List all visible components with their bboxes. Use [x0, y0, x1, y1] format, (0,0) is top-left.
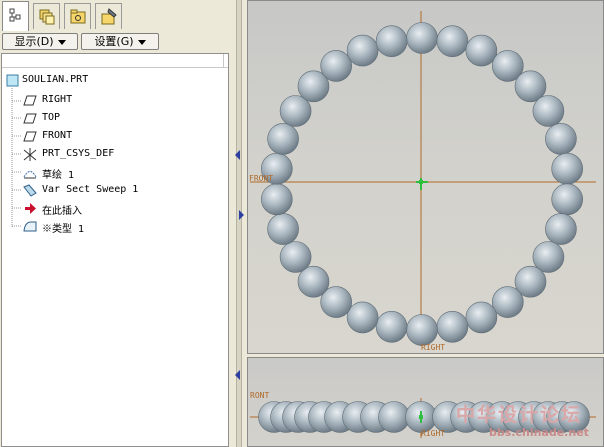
sphere-bead [346, 301, 379, 334]
sphere-bead [406, 314, 438, 346]
sphere-bead [260, 183, 293, 216]
sweep-feature-icon [23, 184, 37, 197]
sphere-bead [279, 241, 312, 273]
datum-plane-icon [23, 131, 37, 142]
column-divider[interactable] [223, 54, 228, 67]
sphere-bead [551, 183, 584, 216]
main-3d-viewport[interactable]: FRONT RIGHT [247, 0, 604, 354]
sphere-bead [532, 95, 565, 127]
tree-item-label: Var Sect Sweep 1 [42, 184, 139, 195]
tree-item-csys[interactable]: PRT_CSYS_DEF [2, 146, 228, 163]
datum-plane-icon [23, 95, 37, 106]
sphere-bead [267, 213, 299, 245]
sphere-bead [378, 401, 410, 433]
sketch-icon [23, 171, 37, 179]
display-menu-label: 显示(D) [14, 35, 54, 48]
settings-menu-button[interactable]: 设置(G) [81, 33, 159, 50]
tree-item-label: PRT_CSYS_DEF [42, 148, 115, 159]
tree-item-label: 草绘 1 [42, 170, 75, 181]
expand-right-arrow-icon[interactable] [237, 205, 247, 225]
chevron-down-icon [57, 39, 66, 45]
model-ring-view[interactable] [248, 1, 603, 353]
layers-tab[interactable] [33, 3, 60, 29]
forum-watermark: 中华设计论坛 bbs.chinade.net [456, 400, 601, 444]
sphere-bead [551, 152, 584, 185]
tree-item-label: FRONT [42, 130, 73, 141]
collapse-left-arrow-icon[interactable] [232, 145, 247, 165]
model-tree: SOULIAN.PRT RIGHT TOP FRONT PRT_CSYS_DEF… [1, 53, 229, 447]
sphere-bead [346, 34, 379, 67]
tree-item-front[interactable]: FRONT [2, 128, 228, 145]
datum-right-label: RIGHT [421, 343, 446, 352]
sphere-bead [465, 301, 498, 334]
datum-right-label: RIGHT [421, 429, 446, 438]
tree-item-pattern[interactable]: ※类型 1 [2, 218, 228, 235]
tree-root-part[interactable]: SOULIAN.PRT [2, 72, 228, 89]
sphere-bead [545, 213, 577, 245]
sphere-bead [375, 25, 408, 58]
chevron-down-icon [137, 39, 146, 45]
tree-toolbar: 显示(D) 设置(G) [0, 31, 232, 53]
favorites-folder-icon [101, 8, 117, 25]
tree-item-label: RIGHT [42, 94, 73, 105]
datum-front-label: RONT [250, 391, 270, 400]
insert-here-arrow-icon [25, 203, 36, 214]
favorites-tab[interactable] [95, 3, 122, 29]
part-icon [6, 74, 19, 87]
tree-item-label: ※类型 1 [42, 224, 85, 235]
tree-item-top[interactable]: TOP [2, 110, 228, 127]
tree-item-right[interactable]: RIGHT [2, 92, 228, 109]
sphere-bead [545, 123, 577, 155]
watermark-url: bbs.chinade.net [489, 426, 589, 439]
watermark-chinese-text: 中华设计论坛 [456, 404, 583, 426]
sphere-bead [267, 123, 299, 155]
sphere-bead [406, 22, 438, 54]
tree-item-label: 在此插入 [42, 206, 82, 217]
collapse-left-arrow-icon[interactable] [232, 365, 247, 385]
tree-item-insert-here[interactable]: 在此插入 [2, 200, 228, 217]
tree-item-label: TOP [42, 112, 61, 123]
tree-item-sweep[interactable]: Var Sect Sweep 1 [2, 182, 228, 199]
folder-browser-tab[interactable] [64, 3, 91, 29]
sphere-bead [375, 310, 408, 343]
model-tree-icon [9, 8, 21, 22]
pattern-icon [23, 221, 37, 232]
tree-root-label: SOULIAN.PRT [22, 74, 89, 85]
sphere-bead [465, 34, 498, 67]
coordinate-system-icon [23, 148, 37, 161]
display-menu-button[interactable]: 显示(D) [2, 33, 78, 50]
settings-menu-label: 设置(G) [94, 35, 134, 48]
tree-item-sketch[interactable]: 草绘 1 [2, 164, 228, 181]
sphere-bead [491, 286, 524, 318]
model-tree-tab[interactable] [2, 1, 29, 31]
datum-front-label: FRONT [249, 174, 274, 183]
sphere-bead [320, 50, 352, 82]
sphere-bead [436, 310, 469, 343]
layers-icon [39, 9, 55, 25]
sphere-bead [436, 25, 469, 58]
navigator-tab-bar [0, 0, 232, 31]
datum-plane-icon [23, 113, 37, 124]
folder-browser-icon [70, 9, 86, 24]
panel-splitter[interactable] [232, 0, 247, 447]
coordinate-system-marker [416, 178, 428, 190]
model-tree-panel: 显示(D) 设置(G) SOULIAN.PRT RIGHT TOP FRONT … [0, 0, 232, 447]
